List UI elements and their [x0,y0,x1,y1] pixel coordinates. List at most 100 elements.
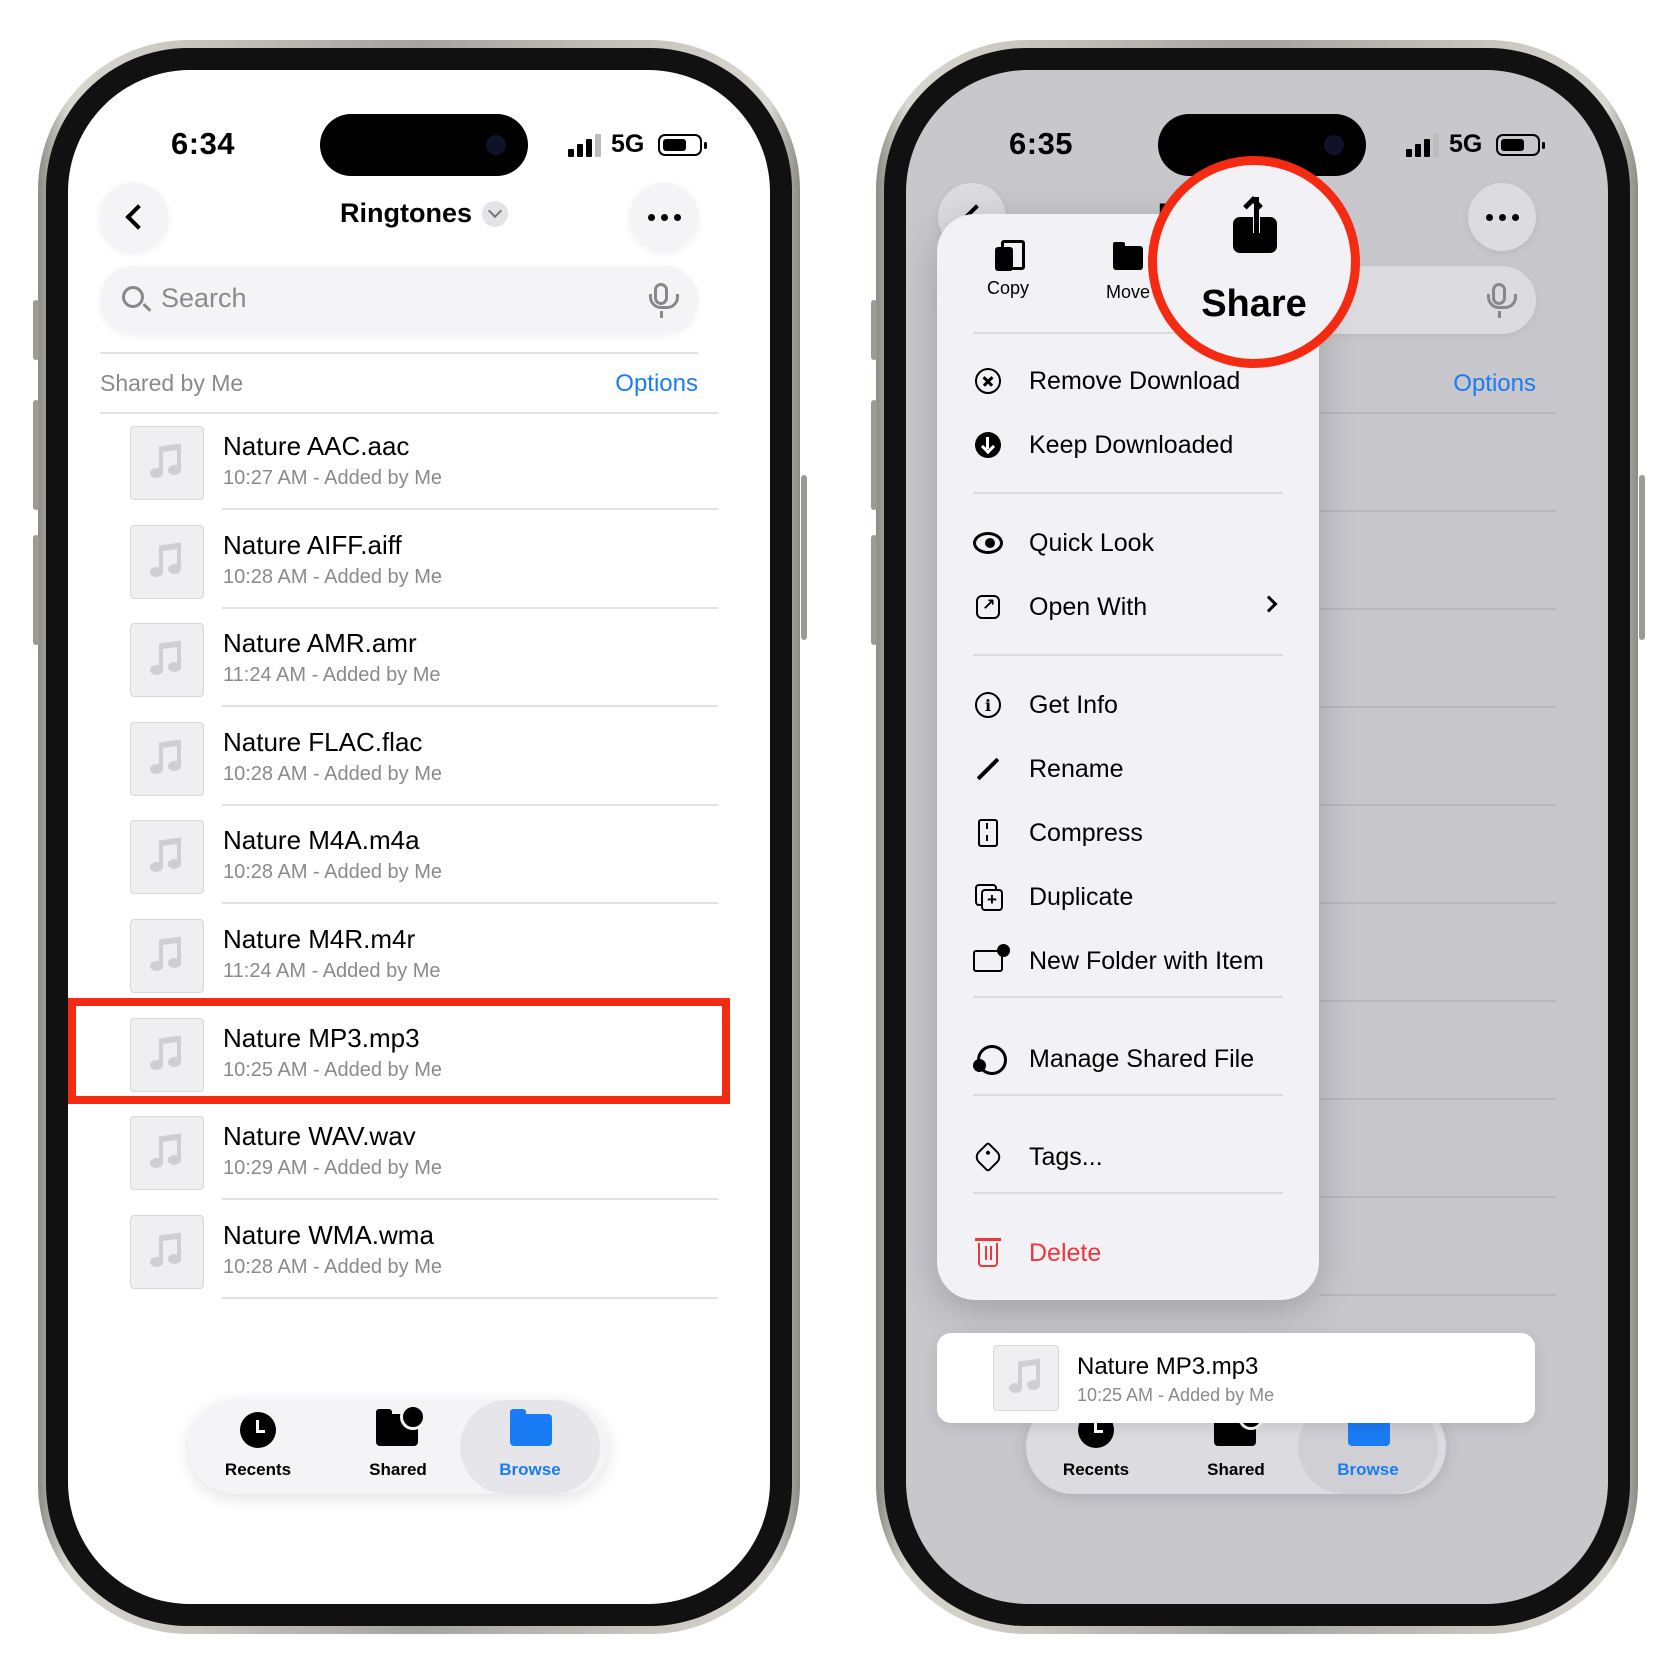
file-meta: 10:28 AM - Added by Me [223,1255,443,1278]
file-row[interactable]: Nature WMA.wma 10:28 AM - Added by Me [130,1201,718,1299]
folder-icon [510,1409,552,1446]
audio-file-icon [130,623,204,698]
file-name: Nature M4R.m4r [223,924,416,954]
menu-item-label: Rename [1029,754,1124,783]
file-meta: 10:28 AM - Added by Me [223,762,443,785]
status-time: 6:35 [1009,126,1074,161]
row-divider [222,1296,718,1299]
file-name: Nature AMR.amr [223,628,417,659]
file-meta: 10:28 AM - Added by Me [223,565,443,588]
section-label: Shared by Me [100,370,244,396]
menu-item-delete[interactable]: Delete [973,1228,1283,1278]
audio-file-icon [130,1116,204,1191]
file-name: Nature M4A.m4a [223,825,420,856]
left-phone: 6:34 5G Ringtones Search Shared by Me Op… [38,40,800,1634]
file-name: Nature AIFF.aiff [223,529,402,560]
file-name: Nature FLAC.flac [223,726,423,757]
menu-item-get-info[interactable]: i Get Info [973,680,1283,730]
options-button[interactable]: Options [615,370,698,398]
audio-file-icon [993,1345,1059,1411]
battery-icon [658,133,708,156]
menu-item-label: Get Info [1029,690,1118,719]
right-phone: 6:35 5G R Options [876,40,1638,1634]
side-button [33,400,39,510]
menu-item-keep-downloaded[interactable]: Keep Downloaded [973,420,1283,470]
audio-file-icon [130,919,204,993]
file-row[interactable]: Nature AAC.aac 10:27 AM - Added by Me [130,412,718,510]
menu-divider [973,1094,1283,1096]
shared-folder-icon [376,1404,426,1446]
file-meta: 10:28 AM - Added by Me [223,861,443,884]
menu-item-label: Open With [1029,592,1148,621]
dynamic-island [320,114,528,176]
menu-item-label: Compress [1029,818,1143,847]
tab-label: Shared [369,1460,427,1479]
audio-file-icon [130,820,204,895]
microphone-icon[interactable] [649,283,679,318]
zip-icon [973,818,1003,848]
copy-action[interactable]: Copy [953,240,1063,299]
tab-shared[interactable]: Shared [328,1400,468,1494]
eye-icon [973,528,1003,558]
tab-browse[interactable]: Browse [460,1400,600,1494]
tab-label: Browse [499,1460,561,1479]
menu-item-compress[interactable]: Compress [973,808,1283,858]
file-row[interactable]: Nature AIFF.aiff 10:28 AM - Added by Me [130,511,718,609]
side-button [871,535,877,645]
menu-item-duplicate[interactable]: Duplicate [973,872,1283,922]
share-label: Share [1201,283,1307,325]
side-button [801,475,807,640]
file-name: Nature WAV.wav [223,1121,416,1152]
file-row[interactable]: Nature WAV.wav 10:29 AM - Added by Me [130,1102,718,1201]
highlight-annotation [68,998,730,1104]
file-name: Nature AAC.aac [223,431,410,461]
menu-item-tags[interactable]: Tags... [972,1132,1283,1182]
copy-icon [995,240,1025,271]
tag-icon [972,1141,1004,1173]
more-button[interactable] [1468,183,1536,251]
menu-item-open-with[interactable]: ↗ Open With [973,582,1283,632]
search-placeholder: Search [161,283,247,313]
tab-label: Recents [1062,1460,1130,1479]
share-action-highlight[interactable]: Share [1148,156,1360,368]
download-icon [973,430,1003,460]
file-row[interactable]: Nature AMR.amr 11:24 AM - Added by Me [130,609,718,708]
clock-icon [240,1412,276,1448]
tab-recents[interactable]: Recents [188,1400,328,1494]
audio-file-icon [130,426,204,500]
microphone-icon[interactable] [1487,283,1517,318]
signal-icon [568,133,601,157]
page-title[interactable]: Ringtones [340,198,472,229]
file-row[interactable]: Nature FLAC.flac 10:28 AM - Added by Me [130,708,718,806]
menu-divider [973,654,1283,656]
shared-people-icon [973,1044,1007,1075]
search-field[interactable]: Search [100,266,698,334]
menu-item-manage-shared-file[interactable]: Manage Shared File [973,1034,1283,1084]
menu-item-label: Tags... [1029,1142,1103,1171]
menu-item-label: Keep Downloaded [1029,430,1234,459]
more-button[interactable] [630,183,698,251]
menu-item-label: Duplicate [1029,882,1134,911]
chevron-down-icon[interactable] [482,200,508,227]
menu-item-rename[interactable]: Rename [973,744,1283,794]
menu-item-label: New Folder with Item [1029,946,1264,975]
signal-icon [1406,133,1439,157]
tab-label: Browse [1337,1460,1399,1479]
options-button[interactable]: Options [1453,370,1536,398]
audio-file-icon [130,721,204,796]
menu-item-label: Quick Look [1029,528,1155,557]
status-icons: 5G [1406,130,1546,159]
file-row[interactable]: Nature M4A.m4a 10:28 AM - Added by Me [130,806,718,905]
copy-label: Copy [986,278,1030,298]
menu-item-quick-look[interactable]: Quick Look [973,518,1283,568]
file-row[interactable]: Nature M4R.m4r 11:24 AM - Added by Me [130,905,718,1003]
file-name: Nature WMA.wma [223,1219,434,1250]
new-folder-icon [973,944,1010,976]
selected-file-preview: Nature MP3.mp3 10:25 AM - Added by Me [937,1333,1535,1423]
side-button [1639,475,1645,640]
tab-label: Shared [1207,1460,1265,1479]
file-meta: 10:25 AM - Added by Me [1077,1385,1275,1405]
pencil-icon [973,754,1003,784]
menu-item-new-folder-with-item[interactable]: New Folder with Item [973,936,1283,986]
menu-divider [973,492,1283,494]
